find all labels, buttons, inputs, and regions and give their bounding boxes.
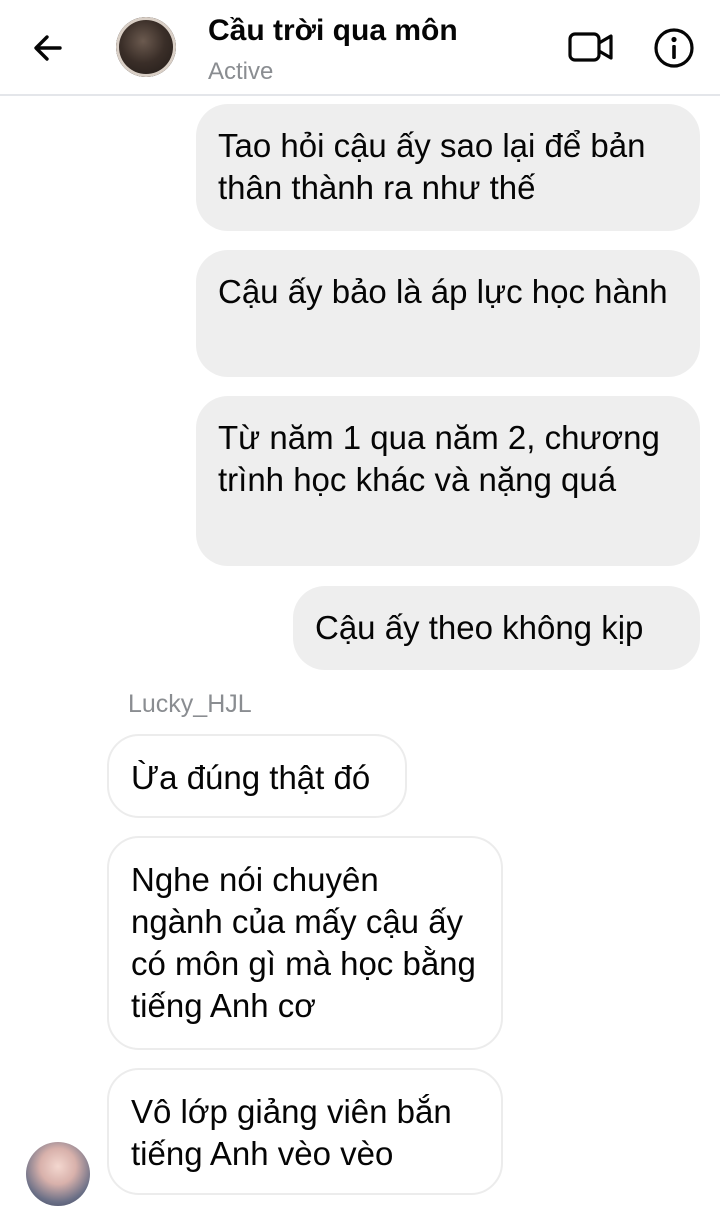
info-icon	[654, 28, 694, 68]
message-bubble[interactable]: Cậu ấy theo không kịp	[293, 586, 700, 670]
message-bubble[interactable]: Từ năm 1 qua năm 2, chương trình học khá…	[196, 396, 700, 566]
contact-avatar[interactable]	[116, 17, 176, 77]
video-camera-icon	[568, 32, 613, 62]
chat-header: Cầu trời qua môn Active	[0, 0, 720, 96]
back-button[interactable]	[26, 26, 70, 70]
conversation-title[interactable]: Cầu trời qua môn	[208, 14, 458, 48]
message-bubble[interactable]: Vô lớp giảng viên bắn tiếng Anh vèo vèo	[107, 1068, 503, 1195]
message-bubble[interactable]: Cậu ấy bảo là áp lực học hành	[196, 250, 700, 377]
message-bubble[interactable]: Ừa đúng thật đó	[107, 734, 407, 818]
sender-avatar[interactable]	[26, 1142, 90, 1206]
message-bubble[interactable]: Tao hỏi cậu ấy sao lại để bản thân thành…	[196, 104, 700, 231]
sender-name: Lucky_HJL	[128, 690, 252, 718]
active-status: Active	[208, 58, 274, 85]
arrow-left-icon	[34, 35, 62, 61]
info-button[interactable]	[650, 24, 698, 72]
message-bubble[interactable]: Nghe nói chuyên ngành của mấy cậu ấy có …	[107, 836, 503, 1050]
video-call-button[interactable]	[566, 24, 616, 70]
